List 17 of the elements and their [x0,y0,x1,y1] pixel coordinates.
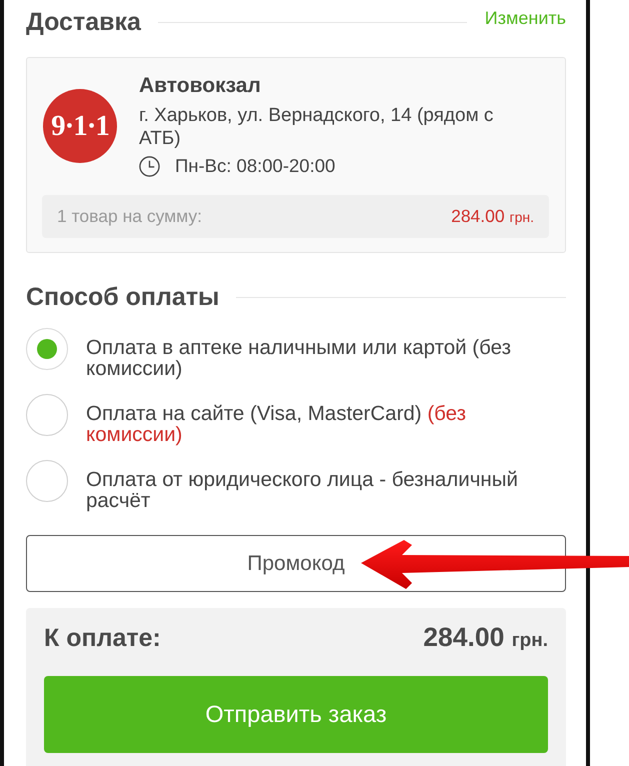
pickup-point-address: г. Харьков, ул. Вернадского, 14 (рядом с АТБ) [139,104,494,150]
total-label: К оплате: [44,624,161,653]
radio-button[interactable] [26,460,68,502]
payment-option-label[interactable]: Оплата в аптеке наличными или картой (без комиссии) [86,328,566,379]
payment-option-label[interactable]: Оплата от юридического лица - безналичный расчёт [86,460,566,511]
summary-label: 1 товар на сумму: [57,206,202,227]
pickup-point-name: Автовокзал [139,74,262,98]
opening-hours: Пн-Вс: 08:00-20:00 [175,155,336,177]
payment-option-label[interactable]: Оплата на сайте (Visa, MasterCard) (без комиссии) [86,394,566,445]
clock-icon [139,156,160,176]
pharmacy-logo: 9·1·1 [43,89,117,163]
section-title: Способ оплаты [26,282,220,313]
summary-amount: 284.00 грн. [451,206,534,227]
total-amount: 284.00 грн. [423,622,548,653]
radio-button[interactable] [26,394,68,436]
section-title: Доставка [26,7,141,38]
radio-button[interactable] [26,328,68,370]
